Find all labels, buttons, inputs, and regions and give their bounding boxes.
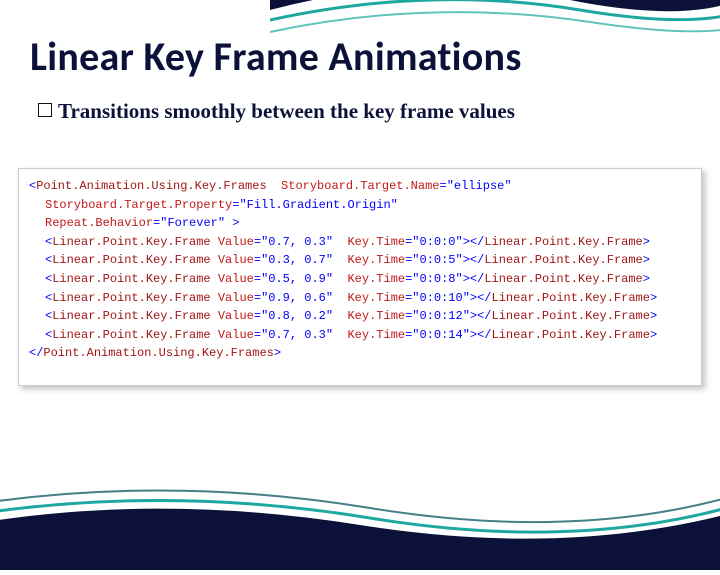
bullet-item: Transitions smoothly between the key fra… (38, 98, 680, 124)
code-keyframe-line: <Linear.Point.Key.Frame Value="0.5, 0.9"… (29, 270, 691, 289)
code-keyframe-line: <Linear.Point.Key.Frame Value="0.8, 0.2"… (29, 307, 691, 326)
code-keyframe-line: <Linear.Point.Key.Frame Value="0.3, 0.7"… (29, 251, 691, 270)
slide-title: Linear Key Frame Animations (30, 32, 522, 81)
decorative-swoosh-bottom (0, 470, 720, 570)
code-keyframe-line: <Linear.Point.Key.Frame Value="0.7, 0.3"… (29, 233, 691, 252)
code-panel: <Point.Animation.Using.Key.Frames Storyb… (18, 168, 702, 386)
code-keyframe-line: <Linear.Point.Key.Frame Value="0.9, 0.6"… (29, 289, 691, 308)
bullet-square-icon (38, 103, 52, 117)
code-keyframe-line: <Linear.Point.Key.Frame Value="0.7, 0.3"… (29, 326, 691, 345)
bullet-text: Transitions smoothly between the key fra… (58, 98, 515, 124)
